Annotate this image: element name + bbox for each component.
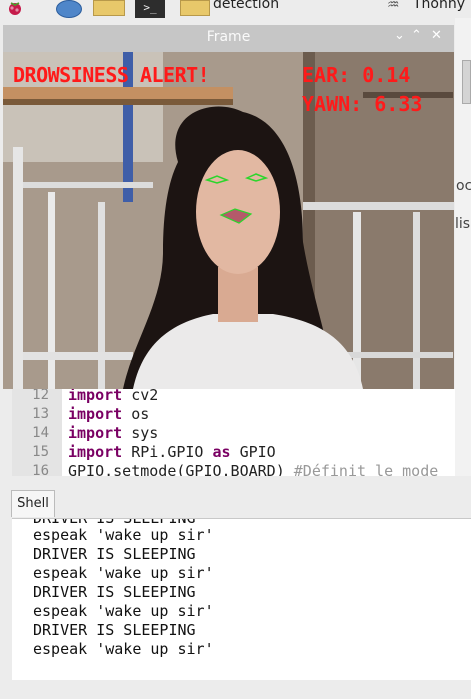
code-text: os <box>122 405 150 423</box>
taskbar-item-detection[interactable]: detection <box>213 0 279 12</box>
background-button[interactable] <box>462 60 471 104</box>
code-line[interactable]: import os <box>68 405 149 423</box>
line-number: 16 <box>32 463 49 476</box>
shell-line: espeak 'wake up sir' <box>33 640 214 658</box>
shell-line: espeak 'wake up sir' <box>33 526 214 544</box>
close-icon[interactable]: ✕ <box>431 28 442 43</box>
keyword: import <box>68 424 123 442</box>
frame-titlebar[interactable]: Frame ⌄ ⌃ ✕ <box>3 25 454 52</box>
background-text-fragment: lis <box>455 216 471 232</box>
code-text: sys <box>122 424 159 442</box>
taskbar: >_ detection ♒ Thonny <box>0 0 471 18</box>
line-number: 15 <box>32 444 49 460</box>
minimize-icon[interactable]: ⌄ <box>394 28 405 43</box>
line-number: 14 <box>32 425 49 441</box>
shell-line: DRIVER IS SLEEPING <box>33 545 196 563</box>
keyword: import <box>68 389 123 404</box>
taskbar-item-thonny[interactable]: Thonny <box>413 0 465 12</box>
editor-scrollbar[interactable] <box>455 389 471 476</box>
folder-icon[interactable] <box>93 0 125 16</box>
code-editor[interactable]: 12 13 14 15 16 import cv2 import os impo… <box>12 389 455 476</box>
code-line[interactable]: import sys <box>68 424 158 442</box>
shell-line: DRIVER IS SLEEPING <box>33 583 196 601</box>
frame-title: Frame <box>206 29 251 45</box>
line-number-gutter: 12 13 14 15 16 <box>12 389 62 476</box>
globe-icon[interactable] <box>56 0 82 18</box>
camera-feed: DROWSINESS ALERT! EAR: 0.14 YAWN: 6.33 <box>3 52 454 389</box>
drowsiness-alert-label: DROWSINESS ALERT! <box>13 63 210 87</box>
shell-line: espeak 'wake up sir' <box>33 564 214 582</box>
yawn-value-label: YAWN: 6.33 <box>302 92 423 116</box>
keyword: import <box>68 405 123 423</box>
code-line[interactable]: import RPi.GPIO as GPIO <box>68 443 276 461</box>
line-number: 12 <box>32 389 49 403</box>
line-number: 13 <box>32 406 49 422</box>
shell-line: espeak 'wake up sir' <box>33 602 214 620</box>
thonny-icon: ♒ <box>387 0 400 13</box>
code-text: GPIO <box>230 443 276 461</box>
code-text: GPIO.setmode(GPIO.BOARD) <box>68 462 294 476</box>
keyword: as <box>212 443 231 461</box>
code-text: RPi.GPIO <box>122 443 213 461</box>
ear-value-label: EAR: 0.14 <box>302 63 411 87</box>
code-comment: #Définit le mode <box>293 462 439 476</box>
background-text-fragment: oca <box>456 178 471 194</box>
shell-output[interactable]: DRIVER IS SLEEPING espeak 'wake up sir' … <box>12 518 471 680</box>
maximize-icon[interactable]: ⌃ <box>411 28 422 43</box>
code-text: cv2 <box>122 389 159 404</box>
shell-line: DRIVER IS SLEEPING <box>33 621 196 639</box>
folder-icon[interactable] <box>180 0 210 16</box>
tab-shell[interactable]: Shell <box>11 490 55 517</box>
terminal-icon[interactable]: >_ <box>135 0 165 18</box>
code-line[interactable]: import cv2 <box>68 389 158 404</box>
code-line[interactable]: GPIO.setmode(GPIO.BOARD) #Définit le mod… <box>68 462 438 476</box>
raspberry-icon[interactable] <box>6 0 24 16</box>
keyword: import <box>68 443 123 461</box>
